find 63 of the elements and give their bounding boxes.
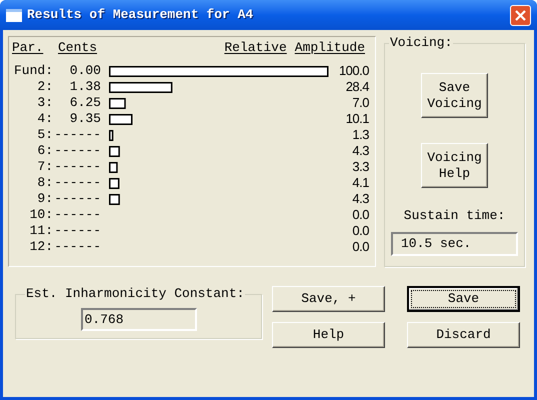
close-button[interactable] bbox=[510, 4, 531, 26]
amplitude-value: 100.0 bbox=[338, 63, 369, 79]
group-label: Est. Inharmonicity Constant: bbox=[25, 286, 246, 302]
sustain-field: 10.5 sec. bbox=[391, 232, 518, 256]
sustain-label: Sustain time: bbox=[404, 208, 506, 224]
partial-label: 9: bbox=[36, 191, 53, 207]
column-header: Par. bbox=[12, 40, 44, 56]
cents-value: ------ bbox=[53, 159, 101, 175]
partial-label: 3: bbox=[36, 95, 53, 111]
partial-label: 8: bbox=[36, 175, 53, 191]
dialog-button[interactable]: Save Voicing bbox=[421, 73, 488, 118]
column-header: Cents bbox=[58, 40, 98, 56]
window-icon bbox=[6, 8, 22, 22]
amplitude-value: 28.4 bbox=[344, 79, 369, 95]
partial-label: 10: bbox=[28, 207, 53, 223]
amplitude-value: 3.3 bbox=[351, 159, 369, 175]
partial-label: 2: bbox=[36, 79, 53, 95]
cents-value: ------ bbox=[53, 143, 101, 159]
amplitude-bar bbox=[109, 114, 133, 125]
amplitude-value: 0.0 bbox=[351, 207, 369, 223]
amplitude-value: 7.0 bbox=[351, 95, 369, 111]
partial-label: 4: bbox=[36, 111, 53, 127]
dialog-button[interactable]: Help bbox=[272, 322, 385, 348]
amplitude-bar bbox=[109, 82, 172, 93]
amplitude-bar bbox=[109, 130, 114, 141]
amplitude-bar bbox=[109, 194, 120, 205]
amplitude-value: 4.3 bbox=[351, 143, 369, 159]
amplitude-bar bbox=[109, 162, 118, 173]
dialog-button[interactable]: Save, + bbox=[272, 286, 385, 312]
cents-value: ------ bbox=[53, 127, 101, 143]
cents-value: ------ bbox=[53, 239, 101, 255]
amplitude-value: 0.0 bbox=[351, 223, 369, 239]
column-header: Amplitude bbox=[294, 40, 365, 56]
partial-label: 5: bbox=[36, 127, 53, 143]
close-icon bbox=[515, 10, 526, 20]
cents-value: ------ bbox=[53, 223, 101, 239]
amplitude-bar bbox=[109, 178, 120, 189]
cents-value: 1.38 bbox=[68, 79, 101, 95]
partial-label: 12: bbox=[28, 239, 53, 255]
inharmonicity-field: 0.768 bbox=[80, 308, 196, 331]
amplitude-value: 1.3 bbox=[351, 127, 369, 143]
partial-label: Fund: bbox=[12, 63, 53, 79]
cents-value: ------ bbox=[53, 207, 101, 223]
amplitude-bar bbox=[109, 146, 120, 157]
cents-value: 0.00 bbox=[68, 63, 101, 79]
group-label: Voicing: bbox=[389, 35, 454, 51]
window-title: Results of Measurement for A4 bbox=[27, 6, 254, 24]
amplitude-value: 10.1 bbox=[344, 111, 369, 127]
dialog-button[interactable]: Discard bbox=[407, 322, 520, 348]
dialog-button[interactable]: Voicing Help bbox=[421, 143, 488, 188]
partial-label: 11: bbox=[28, 223, 53, 239]
dialog-button[interactable]: Save bbox=[407, 286, 520, 312]
cents-value: ------ bbox=[53, 175, 101, 191]
amplitude-value: 0.0 bbox=[351, 239, 369, 255]
partial-label: 7: bbox=[36, 159, 53, 175]
partial-label: 6: bbox=[36, 143, 53, 159]
amplitude-bar bbox=[109, 98, 126, 109]
cents-value: ------ bbox=[53, 191, 101, 207]
amplitude-value: 4.3 bbox=[351, 191, 369, 207]
cents-value: 9.35 bbox=[68, 111, 101, 127]
cents-value: 6.25 bbox=[68, 95, 101, 111]
amplitude-value: 4.1 bbox=[351, 175, 369, 191]
column-header: Relative bbox=[224, 40, 287, 56]
